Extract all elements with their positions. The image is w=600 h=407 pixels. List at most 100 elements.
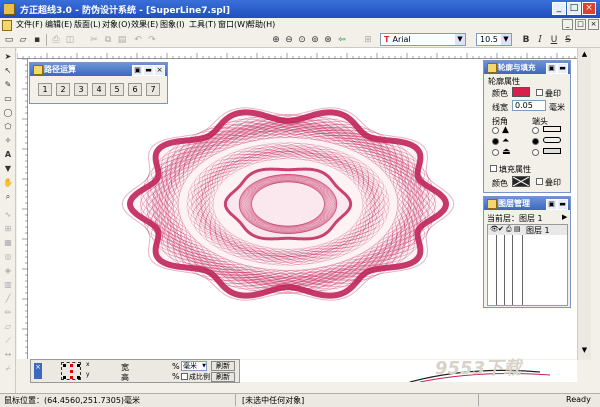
line-width-input[interactable]: 0.05 <box>512 100 546 111</box>
ref-point[interactable] <box>63 364 66 367</box>
strikethrough-button[interactable]: S <box>562 34 574 46</box>
unit-select[interactable]: 毫米 ▼ <box>181 361 207 371</box>
font-size-select[interactable]: 10.5 ▼ <box>476 33 512 46</box>
rectangle-icon[interactable]: ▭ <box>3 94 13 104</box>
layer-menu-arrow-icon[interactable]: ▶ <box>562 213 567 221</box>
relief-icon[interactable]: ◈ <box>3 266 13 276</box>
microtext-icon[interactable]: ▥ <box>3 280 13 290</box>
cap-square-radio[interactable] <box>532 149 539 156</box>
maximize-button[interactable]: □ <box>567 2 581 15</box>
ref-point[interactable] <box>77 376 80 379</box>
lock-icon[interactable]: ▤ <box>514 225 521 233</box>
menu-image[interactable]: 图象(I) <box>160 19 185 30</box>
print-icon[interactable]: ⎙ <box>50 34 62 46</box>
polygon-icon[interactable]: ⬠ <box>3 122 13 132</box>
undo-icon[interactable]: ↶ <box>132 34 144 46</box>
ref-point[interactable] <box>77 364 80 367</box>
italic-button[interactable]: I <box>534 34 546 46</box>
menu-edit[interactable]: 编辑(E) <box>45 19 72 30</box>
corner-bevel-radio[interactable] <box>492 149 499 156</box>
zoom-page-icon[interactable]: ⊚ <box>309 34 321 46</box>
mdi-restore-button[interactable]: □ <box>575 19 586 30</box>
corner-round-radio[interactable] <box>492 138 499 145</box>
zoom-out-icon[interactable]: ⊖ <box>283 34 295 46</box>
font-name-select[interactable]: T Arial ▼ <box>380 33 466 46</box>
scroll-down-icon[interactable]: ▼ <box>579 346 590 356</box>
reference-point-grid[interactable] <box>61 362 81 380</box>
overprint-checkbox[interactable] <box>536 89 543 96</box>
line-icon[interactable]: ╱ <box>3 294 13 304</box>
eraser-icon[interactable]: ▱ <box>3 322 13 332</box>
check-icon[interactable]: ✔ <box>498 225 504 233</box>
path-op-button[interactable]: 5 <box>110 83 124 96</box>
zoom-in-icon[interactable]: ⊕ <box>270 34 282 46</box>
zoom-fit-icon[interactable]: ⊙ <box>296 34 308 46</box>
ref-point[interactable] <box>70 376 73 379</box>
menu-tools[interactable]: 工具(T) <box>189 19 216 30</box>
open-folder-icon[interactable]: ▱ <box>17 34 29 46</box>
menu-effect[interactable]: 效果(E) <box>131 19 158 30</box>
guilloche-icon[interactable]: ◎ <box>3 252 13 262</box>
preview-icon[interactable]: ◫ <box>64 34 76 46</box>
path-op-button[interactable]: 2 <box>56 83 70 96</box>
zoom-width-icon[interactable]: ⊛ <box>322 34 334 46</box>
ref-point-center[interactable] <box>70 370 73 373</box>
grid-icon[interactable]: ⊞ <box>3 224 13 234</box>
ref-point[interactable] <box>70 364 73 367</box>
path-op-button[interactable]: 1 <box>38 83 52 96</box>
panel-pin-icon[interactable]: ▣ <box>132 65 143 76</box>
underline-button[interactable]: U <box>548 34 560 46</box>
mdi-close-button[interactable]: × <box>588 19 599 30</box>
path-op-button[interactable]: 4 <box>92 83 106 96</box>
cut-icon[interactable]: ✂ <box>88 34 100 46</box>
path-op-button[interactable]: 7 <box>146 83 160 96</box>
save-icon[interactable]: ▪ <box>31 34 43 46</box>
panel-pin-icon[interactable]: ▣ <box>546 63 557 74</box>
vertical-scrollbar[interactable]: ▲ ▼ <box>577 48 591 360</box>
panel-minimize-icon[interactable]: ▬ <box>557 199 568 210</box>
proportional-checkbox[interactable] <box>181 373 188 380</box>
cap-butt-radio[interactable] <box>532 127 539 134</box>
cap-round-radio[interactable] <box>532 138 539 145</box>
node-select-icon[interactable]: ↖ <box>3 66 13 76</box>
fill-color-swatch[interactable] <box>512 176 530 187</box>
knife-icon[interactable]: ⟋ <box>3 336 13 346</box>
scroll-up-icon[interactable]: ▲ <box>579 50 590 60</box>
menu-help[interactable]: 帮助(H) <box>247 19 275 30</box>
redo-icon[interactable]: ↷ <box>146 34 158 46</box>
path-op-button[interactable]: 6 <box>128 83 142 96</box>
new-file-icon[interactable]: ▭ <box>3 34 15 46</box>
measure-icon[interactable]: ↔ <box>3 350 13 360</box>
zoom-icon[interactable]: ⌕ <box>3 192 13 202</box>
star-icon[interactable]: ✧ <box>3 136 13 146</box>
text-icon[interactable]: A <box>3 150 13 160</box>
fill-overprint-checkbox[interactable] <box>536 178 543 185</box>
menu-window[interactable]: 窗口(W) <box>218 19 248 30</box>
panel-minimize-icon[interactable]: ▬ <box>143 65 154 76</box>
fill-bucket-icon[interactable]: ▼ <box>3 164 13 174</box>
panel-minimize-icon[interactable]: ▬ <box>557 63 568 74</box>
minimize-button[interactable]: _ <box>552 2 566 15</box>
text-tool-icon[interactable]: ⊞ <box>362 34 374 46</box>
outline-color-swatch[interactable] <box>512 87 530 97</box>
menu-object[interactable]: 对象(O) <box>102 19 131 30</box>
pen-icon[interactable]: ✎ <box>3 80 13 90</box>
fill-checkbox[interactable] <box>490 165 497 172</box>
pattern-icon[interactable]: ▦ <box>3 238 13 248</box>
copy-icon[interactable]: ⧉ <box>102 34 114 46</box>
ref-point[interactable] <box>63 376 66 379</box>
print-icon[interactable]: ⎙ <box>506 225 512 234</box>
arrow-left-icon[interactable]: ⇦ <box>336 34 348 46</box>
menu-layout[interactable]: 版面(L) <box>74 19 101 30</box>
corner-miter-radio[interactable] <box>492 127 499 134</box>
select-arrow-icon[interactable]: ➤ <box>3 52 13 62</box>
close-button[interactable]: × <box>582 2 596 15</box>
bold-button[interactable]: B <box>520 34 532 46</box>
apply-position-button[interactable]: 刷新 <box>211 372 235 382</box>
menu-file[interactable]: 文件(F) <box>16 19 43 30</box>
panel-close-icon[interactable]: × <box>154 65 165 76</box>
transform-close-icon[interactable]: × <box>34 363 42 379</box>
hand-icon[interactable]: ✋ <box>3 178 13 188</box>
wave-icon[interactable]: ∿ <box>3 210 13 220</box>
ellipse-icon[interactable]: ◯ <box>3 108 13 118</box>
